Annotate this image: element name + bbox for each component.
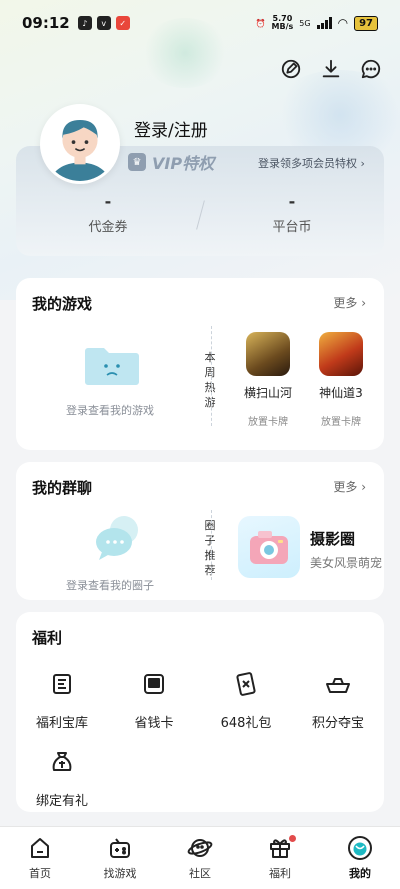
platform-coin-stat[interactable]: - 平台币 xyxy=(200,192,384,242)
game-tag: 放置卡牌 xyxy=(321,417,361,428)
voucher-value: - xyxy=(104,192,112,211)
treasury-icon xyxy=(53,674,71,694)
welfare-item-label: 绑定有礼 xyxy=(35,794,88,809)
wifi-icon: ◠ xyxy=(337,16,349,30)
nav-label: 找游戏 xyxy=(103,867,137,880)
network-speed: 5.70 MB/s xyxy=(271,14,294,31)
welfare-item[interactable]: 648礼包 xyxy=(206,670,286,731)
my-games-more-link[interactable]: 更多 › xyxy=(333,294,366,311)
platform-coin-label: 平台币 xyxy=(272,220,312,235)
nav-welfare[interactable]: 福利 xyxy=(240,827,320,889)
circle-recommend-label: 圈子推荐 xyxy=(204,519,216,577)
welfare-item[interactable]: 绑定有礼 xyxy=(22,748,102,809)
nav-home[interactable]: 首页 xyxy=(0,827,80,889)
vip-benefits-link[interactable]: 登录领多项会员特权 › xyxy=(258,155,365,171)
my-groups-title: 我的群聊 xyxy=(32,479,93,497)
my-groups-empty-text: 登录查看我的圈子 xyxy=(66,579,154,592)
battery-icon: 97 xyxy=(354,15,378,31)
nav-label: 首页 xyxy=(29,867,51,880)
my-games-title: 我的游戏 xyxy=(32,295,93,313)
status-time: 09:12 xyxy=(22,14,70,32)
welfare-item[interactable]: 省钱卡 xyxy=(114,670,194,731)
nav-mine[interactable]: 我的 xyxy=(320,827,400,889)
voucher-label: 代金券 xyxy=(88,220,128,235)
game-cover-image xyxy=(246,332,290,376)
ingot-icon xyxy=(326,678,350,693)
camera-icon xyxy=(238,516,300,578)
empty-folder-icon xyxy=(85,348,139,385)
gift-pack-icon xyxy=(236,672,256,696)
section-divider xyxy=(211,510,212,580)
edit-icon[interactable] xyxy=(280,58,302,80)
message-icon[interactable] xyxy=(360,58,382,80)
game-cover-image xyxy=(319,332,363,376)
welfare-card: 福利 福利宝库 省钱卡 648礼包 积分夺宝 绑定有礼 xyxy=(16,612,384,812)
empty-chat-icon xyxy=(96,516,138,560)
welfare-item-label: 积分夺宝 xyxy=(311,716,364,731)
notification-dot xyxy=(289,835,296,842)
avatar[interactable] xyxy=(40,104,120,184)
nav-label: 福利 xyxy=(269,867,291,880)
welfare-item[interactable]: 积分夺宝 xyxy=(298,670,378,731)
vip-badge-label: VIP特权 xyxy=(152,154,215,173)
gamepad-icon xyxy=(110,838,130,858)
voucher-stat[interactable]: - 代金券 xyxy=(16,192,200,242)
game-item[interactable]: 横扫山河 放置卡牌 xyxy=(238,332,298,428)
notification-icons: ♪ v ✓ xyxy=(77,16,130,30)
vip-shield-icon: ♛ xyxy=(128,153,146,171)
nav-label: 社区 xyxy=(189,867,211,880)
platform-coin-value: - xyxy=(288,192,296,211)
vivo-icon: v xyxy=(96,16,111,30)
store-icon: ✓ xyxy=(115,16,130,30)
my-games-card: 我的游戏 更多 › 登录查看我的游戏 本周热游 横扫山河 放置卡牌 神仙道3 放… xyxy=(16,278,384,450)
nav-community[interactable]: 社区 xyxy=(160,827,240,889)
profile-icon xyxy=(348,836,372,860)
circle-desc: 美女风景萌宠 xyxy=(310,556,383,570)
circle-item[interactable]: 摄影圈 美女风景萌宠 xyxy=(238,516,384,578)
bind-bag-icon xyxy=(52,752,72,771)
status-bar: 09:12 ♪ v ✓ ⏰ 5.70 MB/s 5G ◠ 97 xyxy=(0,0,400,46)
game-tag: 放置卡牌 xyxy=(248,417,288,428)
nav-label: 我的 xyxy=(349,867,371,880)
download-icon[interactable] xyxy=(320,58,342,80)
login-register-link[interactable]: 登录/注册 xyxy=(134,116,208,141)
alarm-icon: ⏰ xyxy=(255,18,266,28)
game-item[interactable]: 神仙道3 放置卡牌 xyxy=(311,332,371,428)
vip-badge[interactable]: ♛ VIP特权 xyxy=(128,150,214,174)
savings-card-icon xyxy=(144,674,164,694)
community-icon xyxy=(187,839,213,857)
home-icon xyxy=(31,838,49,858)
my-games-empty-text: 登录查看我的游戏 xyxy=(66,404,154,417)
signal-icon xyxy=(316,17,332,29)
network-type: 5G xyxy=(299,18,311,28)
section-divider xyxy=(211,326,212,426)
welfare-title: 福利 xyxy=(32,629,63,647)
welfare-item-label: 福利宝库 xyxy=(35,716,88,731)
welfare-item-label: 648礼包 xyxy=(220,716,272,731)
wallet-stats: - 代金券 - 平台币 xyxy=(16,192,384,242)
my-groups-card: 我的群聊 更多 › 登录查看我的圈子 圈子推荐 摄影圈 美女风景萌宠 xyxy=(16,462,384,600)
nav-find-games[interactable]: 找游戏 xyxy=(80,827,160,889)
bottom-nav: 首页 找游戏 社区 福利 我的 xyxy=(0,826,400,889)
welfare-item[interactable]: 福利宝库 xyxy=(22,670,102,731)
game-name: 神仙道3 xyxy=(319,386,363,400)
my-groups-more-link[interactable]: 更多 › xyxy=(333,478,366,495)
circle-name: 摄影圈 xyxy=(310,530,356,548)
weekly-hot-label: 本周热游 xyxy=(204,351,216,409)
game-name: 横扫山河 xyxy=(243,386,292,400)
tiktok-icon: ♪ xyxy=(77,16,92,30)
welfare-item-label: 省钱卡 xyxy=(134,716,174,731)
